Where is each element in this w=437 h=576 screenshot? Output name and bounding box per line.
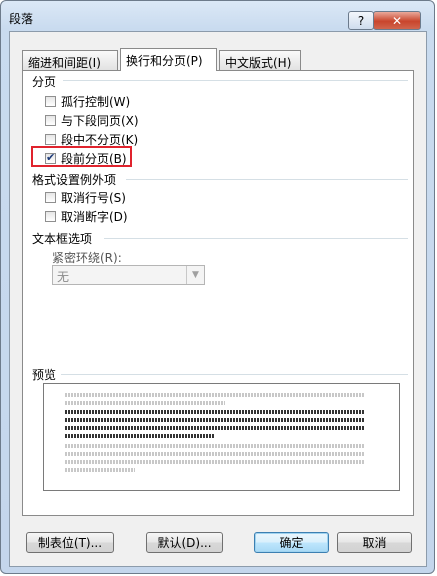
tab-indents-spacing[interactable]: 缩进和间距(I) — [22, 50, 118, 70]
checkbox-label: 孤行控制(W) — [61, 94, 131, 109]
preview-prev-paragraph-line — [65, 401, 225, 405]
highlight-annotation — [31, 146, 132, 167]
checkbox-label: 与下段同页(X) — [61, 113, 139, 128]
set-default-button[interactable]: 默认(D)... — [146, 532, 223, 553]
preview-next-paragraph-line — [65, 444, 365, 448]
button-label: 制表位(T)... — [37, 536, 103, 550]
help-button[interactable]: ? — [348, 11, 374, 30]
keep-with-next-checkbox[interactable]: 与下段同页(X) — [45, 112, 139, 128]
pagination-group-title: 分页 — [32, 75, 57, 89]
checkbox-box — [45, 95, 56, 107]
group-divider — [104, 238, 408, 239]
close-button[interactable]: ✕ — [373, 11, 421, 30]
checkbox-label: 取消断字(D) — [61, 209, 128, 224]
paragraph-dialog: 段落 ? ✕ 缩进和间距(I) 换行和分页(P) 中文版式(H) 分页 孤行控制… — [0, 0, 435, 574]
tab-label: 中文版式(H) — [225, 56, 292, 70]
preview-sample-line — [65, 410, 365, 414]
button-label: 默认(D)... — [157, 536, 212, 550]
keep-lines-together-checkbox[interactable]: 段中不分页(K) — [45, 131, 138, 147]
group-divider — [61, 374, 408, 375]
checkbox-box — [45, 210, 56, 222]
preview-next-paragraph-line — [65, 460, 365, 464]
group-divider — [126, 179, 408, 180]
cancel-button[interactable]: 取消 — [337, 532, 412, 553]
group-divider — [63, 80, 408, 81]
tab-label: 缩进和间距(I) — [28, 56, 101, 70]
help-icon: ? — [357, 13, 365, 28]
checkbox-label: 段中不分页(K) — [61, 132, 139, 147]
ok-button[interactable]: 确定 — [254, 532, 329, 553]
suppress-line-numbers-checkbox[interactable]: 取消行号(S) — [45, 189, 126, 205]
dialog-body: 缩进和间距(I) 换行和分页(P) 中文版式(H) 分页 孤行控制(W) 与下段… — [9, 31, 427, 567]
tab-panel: 分页 孤行控制(W) 与下段同页(X) 段中不分页(K) 段前分页(B) 格式设… — [22, 70, 414, 516]
checkbox-label: 取消行号(S) — [61, 190, 126, 205]
preview-prev-paragraph-line — [65, 393, 365, 397]
preview-group-title: 预览 — [32, 368, 57, 382]
checkbox-box — [45, 191, 56, 203]
preview-sample-line — [65, 426, 365, 430]
no-hyphenate-checkbox[interactable]: 取消断字(D) — [45, 208, 128, 224]
checkbox-box — [45, 114, 56, 126]
exceptions-group-title: 格式设置例外项 — [32, 173, 117, 187]
button-label: 确定 — [279, 536, 304, 550]
preview-sample-line — [65, 418, 365, 422]
preview-sample-line — [65, 434, 215, 438]
tight-wrap-select[interactable]: 无 ▼ — [52, 265, 205, 285]
dialog-title: 段落 — [9, 12, 34, 26]
tab-label: 换行和分页(P) — [126, 54, 203, 68]
preview-next-paragraph-line — [65, 452, 365, 456]
preview-next-paragraph-line — [65, 468, 135, 472]
widow-control-checkbox[interactable]: 孤行控制(W) — [45, 93, 130, 109]
tight-wrap-value: 无 — [57, 270, 70, 284]
tight-wrap-label: 紧密环绕(R): — [52, 251, 122, 265]
checkbox-box — [45, 133, 56, 145]
title-bar[interactable]: 段落 ? ✕ — [1, 1, 434, 31]
tab-asian-typography[interactable]: 中文版式(H) — [219, 50, 301, 70]
chevron-down-icon: ▼ — [186, 266, 204, 284]
close-icon: ✕ — [391, 13, 403, 28]
tabs-button[interactable]: 制表位(T)... — [26, 532, 114, 553]
button-label: 取消 — [362, 536, 387, 550]
tab-line-page-breaks[interactable]: 换行和分页(P) — [120, 48, 217, 71]
textbox-group-title: 文本框选项 — [32, 232, 93, 246]
paragraph-preview — [43, 383, 400, 491]
